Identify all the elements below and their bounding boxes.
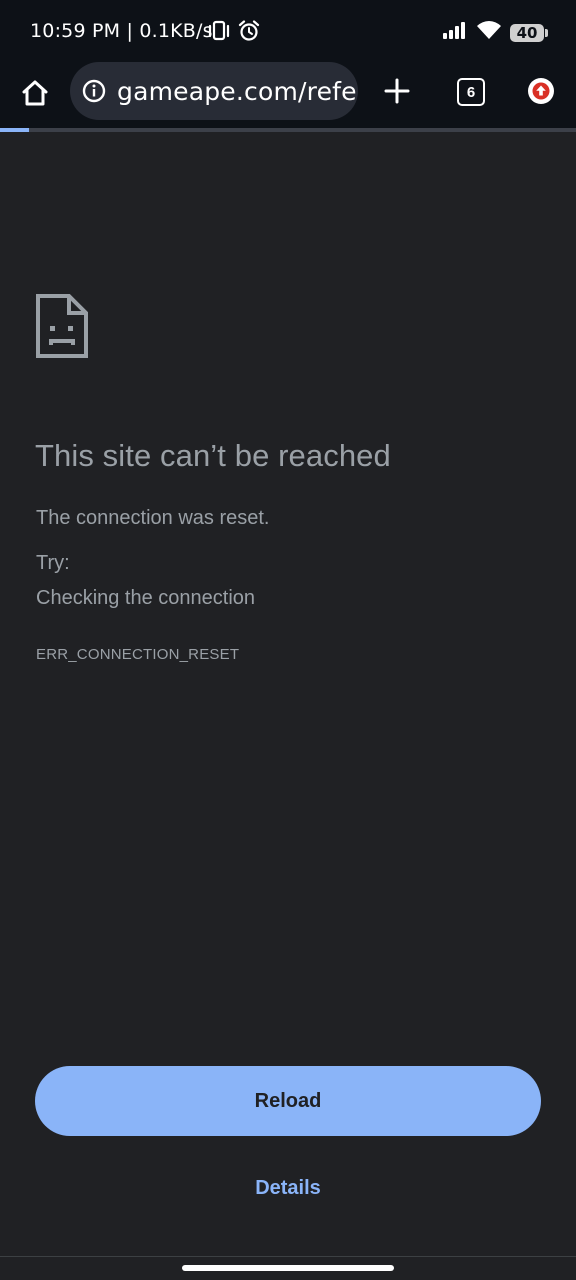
gesture-nav-handle[interactable] <box>182 1265 394 1271</box>
vibrate-icon <box>206 20 232 47</box>
update-icon <box>532 82 550 100</box>
browser-toolbar: gameape.com/refer 6 <box>0 62 576 128</box>
status-icons-left <box>206 20 260 47</box>
nav-divider <box>0 1256 576 1257</box>
add-icon <box>384 78 410 104</box>
home-icon <box>22 80 48 106</box>
new-tab-button[interactable] <box>382 76 412 106</box>
update-button[interactable] <box>528 78 554 104</box>
progress-fill <box>0 128 29 132</box>
tab-count: 6 <box>466 83 476 101</box>
reload-button[interactable]: Reload <box>35 1066 541 1136</box>
alarm-icon <box>238 20 260 47</box>
sad-page-icon <box>36 294 88 358</box>
address-bar[interactable]: gameape.com/refer <box>70 62 358 120</box>
tab-switcher-button[interactable]: 6 <box>457 78 485 106</box>
try-label: Try: <box>36 552 70 574</box>
battery-level: 40 <box>516 23 538 42</box>
suggestion-item: Checking the connection <box>36 587 256 609</box>
details-button[interactable]: Details <box>0 1177 576 1200</box>
signal-icon <box>442 21 468 44</box>
url-text[interactable]: gameape.com/refer <box>117 77 358 106</box>
battery-icon: 40 <box>510 23 548 42</box>
status-icons-right: 40 <box>442 20 548 45</box>
info-icon[interactable] <box>82 79 106 103</box>
wifi-icon <box>476 20 502 45</box>
error-description: The connection was reset. <box>36 507 270 529</box>
error-code: ERR_CONNECTION_RESET <box>36 646 240 663</box>
home-button[interactable] <box>18 76 52 110</box>
status-bar: 10:59 PM | 0.1KB/s 40 <box>0 0 576 62</box>
error-title: This site can’t be reached <box>35 438 391 473</box>
page-load-progress <box>0 128 576 132</box>
status-time: 10:59 PM | 0.1KB/s <box>30 20 213 42</box>
